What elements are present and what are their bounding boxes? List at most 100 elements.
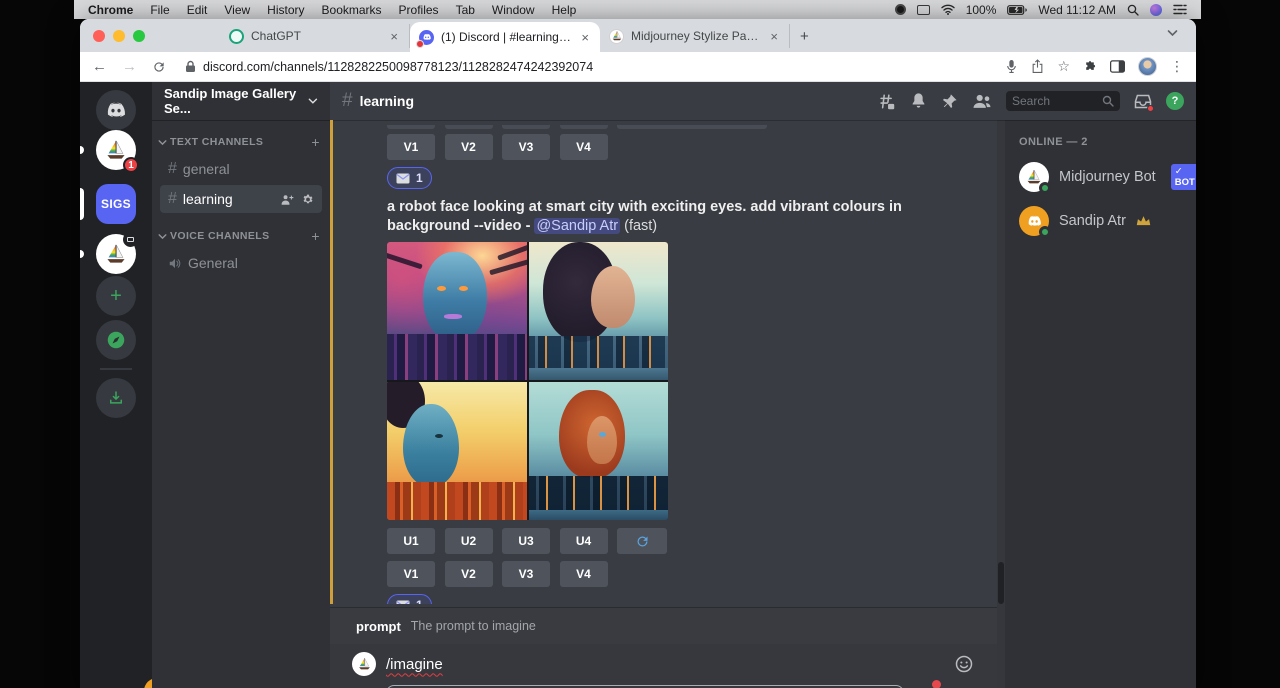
tab-close-icon[interactable]: × [579,30,591,45]
share-icon[interactable] [1031,59,1044,74]
explore-servers-button[interactable] [96,320,136,360]
menu-app-name[interactable]: Chrome [88,3,133,17]
threads-icon[interactable] [877,93,896,110]
screen-record-icon[interactable] [895,4,906,15]
zoom-window-button[interactable] [133,30,145,42]
help-button[interactable]: ? [1166,92,1184,110]
close-window-button[interactable] [93,30,105,42]
tab-discord[interactable]: (1) Discord | #learning | Sandi × [410,22,600,52]
side-panel-icon[interactable] [1110,60,1125,73]
tab-close-icon[interactable]: × [388,29,400,44]
generated-image-grid[interactable] [387,242,668,520]
voice-channels-section[interactable]: VOICE CHANNELS + [152,214,330,248]
member-list-icon[interactable] [972,93,992,109]
tab-midjourney-docs[interactable]: Midjourney Stylize Parameter × [600,24,790,48]
voice-channel-general[interactable]: General [160,249,322,277]
scrollbar-thumb[interactable] [998,562,1004,604]
window-controls [93,30,145,42]
generated-image-tile-1[interactable] [387,242,527,380]
menu-window[interactable]: Window [492,3,535,17]
chat-scrollbar[interactable] [997,120,1005,688]
generated-image-tile-4[interactable] [529,382,669,520]
forward-button[interactable]: → [122,59,137,74]
server-sailboat-2[interactable] [96,234,136,274]
browser-menu-icon[interactable]: ⋮ [1170,58,1184,75]
v4-button[interactable]: V4 [560,134,608,160]
v2-button[interactable]: V2 [445,134,493,160]
member-sandip-atr[interactable]: Sandip Atr [1019,206,1188,236]
server-sigs[interactable]: SIGS [96,184,136,224]
create-channel-button[interactable]: + [311,228,320,244]
pinned-messages-icon[interactable] [941,93,958,110]
reload-button[interactable] [152,60,166,74]
message-list[interactable]: V1 V2 V3 V4 1 [330,120,997,604]
slash-command[interactable]: /imagine [386,656,443,673]
menu-edit[interactable]: Edit [187,3,208,17]
menu-help[interactable]: Help [552,3,577,17]
v3-button[interactable]: V3 [502,134,550,160]
v1-button[interactable]: V1 [387,134,435,160]
user-mention[interactable]: @Sandip Atr [534,218,620,234]
back-button[interactable]: ← [92,59,107,74]
tab-search-chevron-icon[interactable] [1167,29,1178,37]
minimize-window-button[interactable] [113,30,125,42]
add-server-button[interactable]: + [96,276,136,316]
upscale-button-row: U1 U2 U3 U4 [387,528,997,554]
u3-button[interactable]: U3 [502,528,550,554]
notifications-bell-icon[interactable] [910,92,927,110]
u4-button[interactable]: U4 [560,528,608,554]
v1-button[interactable]: V1 [387,561,435,587]
search-input[interactable]: Search [1006,91,1120,111]
channel-learning[interactable]: # learning [160,185,322,213]
reaction-count: 1 [416,171,423,185]
tab-title: Midjourney Stylize Parameter [631,29,761,43]
siri-icon[interactable] [1150,4,1162,16]
url-bar[interactable]: discord.com/channels/1128282250098778123… [203,60,593,74]
profile-avatar[interactable] [1138,57,1157,76]
mic-icon[interactable] [1005,59,1018,74]
spotlight-icon[interactable] [1127,4,1139,16]
server-header[interactable]: Sandip Image Gallery Se... [152,82,330,120]
menu-tab[interactable]: Tab [456,3,475,17]
member-midjourney-bot[interactable]: Midjourney Bot ✓ BOT [1019,162,1188,192]
menu-file[interactable]: File [150,3,169,17]
chevron-down-icon [158,233,167,240]
menu-bookmarks[interactable]: Bookmarks [322,3,382,17]
lock-icon[interactable] [185,60,196,73]
emoji-picker-icon[interactable] [955,655,973,673]
server-sailboat-1[interactable]: 1 [96,130,136,170]
extensions-icon[interactable] [1083,60,1097,74]
download-apps-button[interactable] [96,378,136,418]
tab-chatgpt[interactable]: ChatGPT × [220,24,410,48]
slash-command-autocomplete[interactable]: prompt The prompt to imagine [330,607,997,644]
v3-button[interactable]: V3 [502,561,550,587]
discord-home-button[interactable] [96,90,136,130]
tab-close-icon[interactable]: × [768,29,780,44]
v4-button[interactable]: V4 [560,561,608,587]
generated-image-tile-2[interactable] [529,242,669,380]
channel-settings-gear-icon[interactable] [301,193,314,206]
inbox-button[interactable] [1134,93,1152,110]
generated-image-tile-3[interactable] [387,382,527,520]
u1-button[interactable]: U1 [387,528,435,554]
menu-history[interactable]: History [267,3,304,17]
invite-people-icon[interactable] [281,194,294,205]
question-icon: ? [1172,95,1179,107]
control-center-icon[interactable] [1173,4,1187,15]
u2-button[interactable]: U2 [445,528,493,554]
text-channels-section[interactable]: TEXT CHANNELS + [152,120,330,154]
new-tab-button[interactable]: + [800,28,809,45]
create-channel-button[interactable]: + [311,134,320,150]
menu-view[interactable]: View [224,3,250,17]
display-icon[interactable] [917,5,930,15]
envelope-icon [396,173,410,184]
menu-profiles[interactable]: Profiles [399,3,439,17]
wifi-icon[interactable] [941,4,955,15]
envelope-reaction[interactable]: 1 [387,594,432,604]
menubar-clock[interactable]: Wed 11:12 AM [1038,3,1116,17]
v2-button[interactable]: V2 [445,561,493,587]
bookmark-star-icon[interactable]: ☆ [1057,58,1070,75]
reroll-button[interactable] [617,528,667,554]
channel-general[interactable]: # general [160,155,322,183]
envelope-reaction[interactable]: 1 [387,167,432,189]
